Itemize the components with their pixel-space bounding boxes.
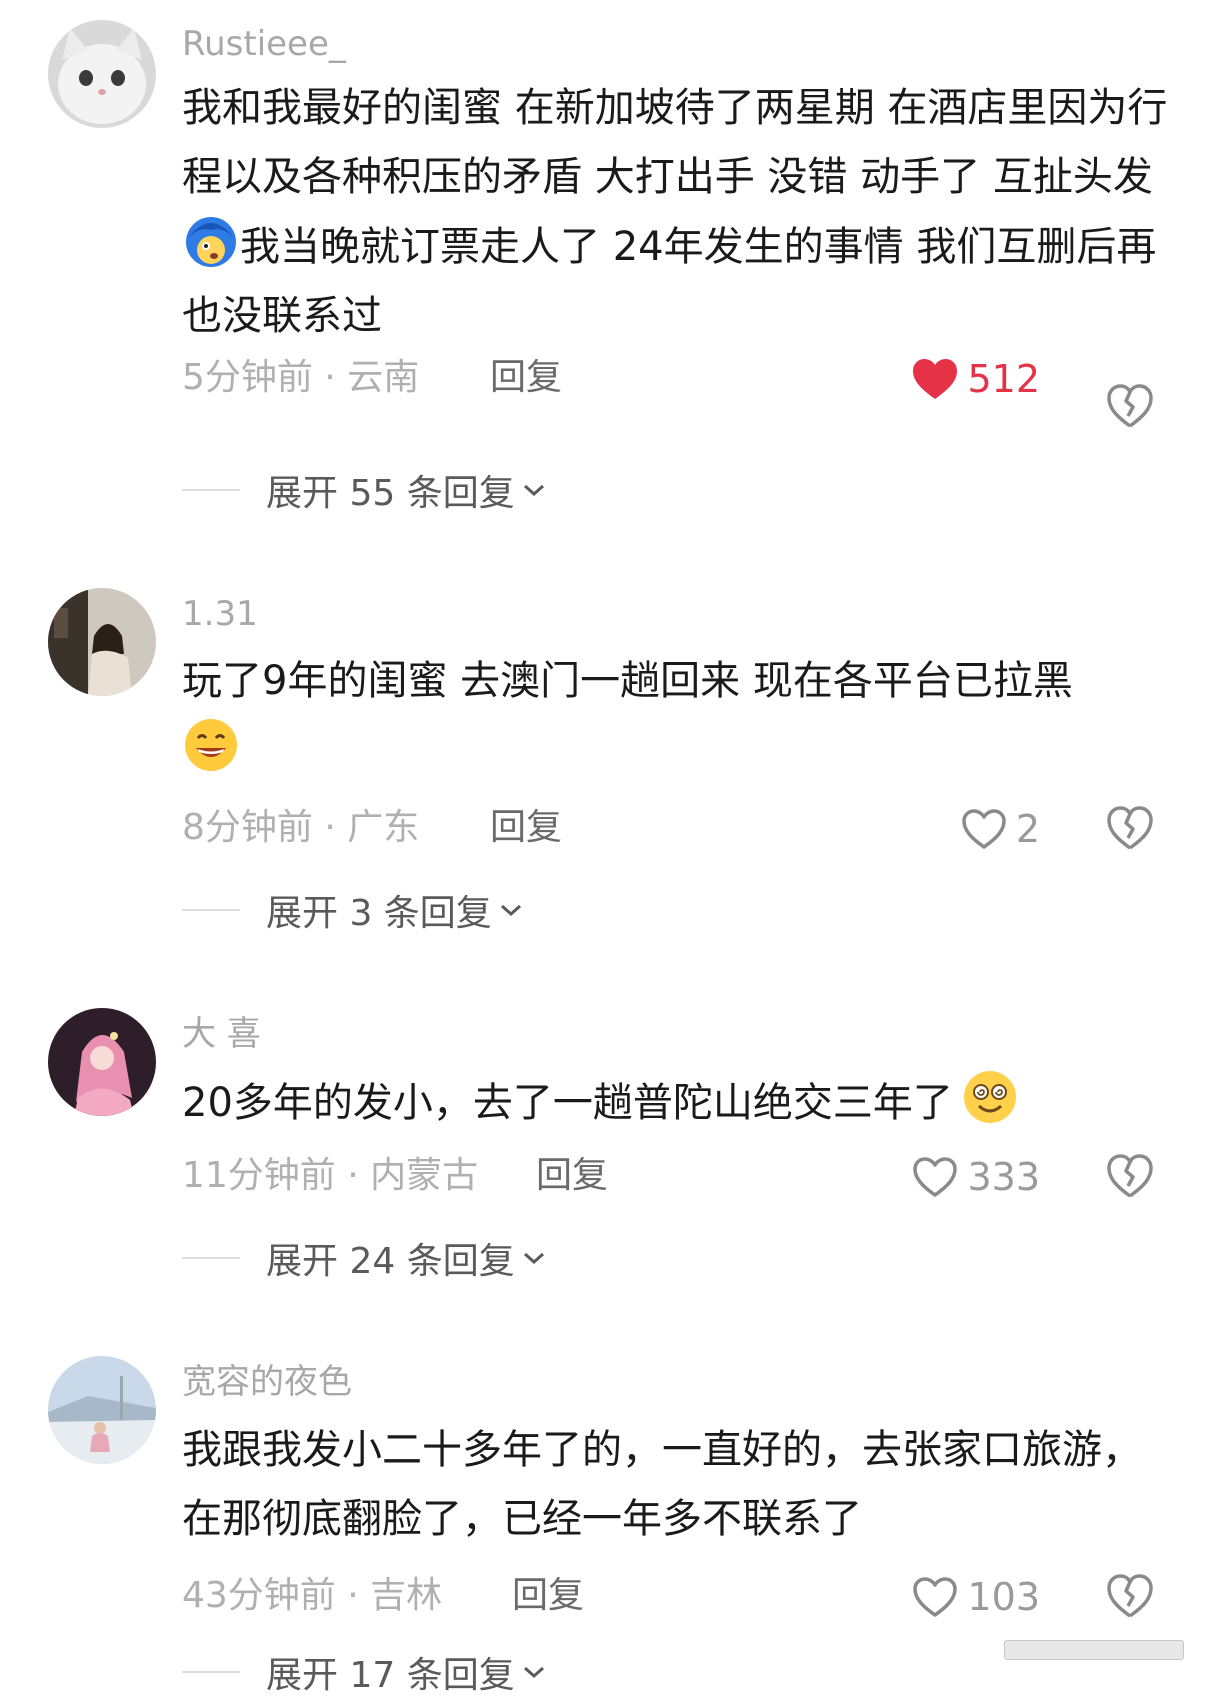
comment-time-location: 43分钟前 · 吉林 (182, 1575, 443, 1616)
broken-heart-icon (1107, 1154, 1153, 1198)
comment-text-part1: 我跟我发小二十多年了的，一直好的，去张家口旅游，在那彻底翻脸了，已经一年多不联系… (182, 1427, 1142, 1542)
chevron-down-icon (523, 1252, 544, 1265)
divider-line (182, 1671, 240, 1673)
username[interactable]: 1.31 (182, 594, 258, 634)
like-count: 103 (967, 1575, 1040, 1619)
horizontal-scrollbar[interactable] (1004, 1640, 1184, 1660)
username[interactable]: Rustieee_ (182, 24, 346, 64)
comment-text-part1: 20多年的发小，去了一趟普陀山绝交三年了 (182, 1080, 953, 1126)
reply-button[interactable]: 回复 (490, 356, 562, 400)
like-button[interactable]: 2 (900, 804, 1040, 854)
heart-filled-icon (913, 359, 958, 399)
comment-time-location: 11分钟前 · 内蒙古 (182, 1155, 479, 1196)
expand-replies-label: 展开 3 条回复 (266, 893, 492, 934)
expand-replies-button[interactable]: 展开 3 条回复 (182, 886, 524, 934)
chevron-down-icon (523, 1666, 544, 1679)
reply-button[interactable]: 回复 (536, 1154, 608, 1198)
heart-outline-icon (913, 1577, 958, 1617)
comment-text: 我跟我发小二十多年了的，一直好的，去张家口旅游，在那彻底翻脸了，已经一年多不联系… (182, 1416, 1172, 1554)
avatar[interactable] (48, 1356, 156, 1464)
like-count: 512 (967, 357, 1040, 401)
broken-heart-icon (1107, 806, 1153, 850)
dislike-button[interactable] (1106, 382, 1154, 430)
comment-text: 玩了9年的闺蜜 去澳门一趟回来 现在各平台已拉黑 (182, 647, 1172, 786)
dizzy-emoji-icon (961, 1068, 1019, 1126)
divider-line (182, 909, 240, 911)
comment-time-location: 5分钟前 · 云南 (182, 357, 420, 398)
shocked-emoji-icon (182, 212, 240, 270)
expand-replies-label: 展开 17 条回复 (266, 1655, 515, 1696)
chevron-down-icon (523, 484, 544, 497)
divider-line (182, 489, 240, 491)
like-button[interactable]: 103 (880, 1572, 1040, 1622)
comment-text-part1: 我和我最好的闺蜜 在新加坡待了两星期 在酒店里因为行程以及各种积压的矛盾 大打出… (182, 85, 1168, 200)
avatar[interactable] (48, 20, 156, 128)
username[interactable]: 大 喜 (182, 1014, 261, 1054)
like-button[interactable]: 333 (880, 1152, 1040, 1202)
avatar[interactable] (48, 588, 156, 696)
dislike-button[interactable] (1106, 804, 1154, 852)
expand-replies-button[interactable]: 展开 24 条回复 (182, 1234, 547, 1282)
reply-button[interactable]: 回复 (512, 1574, 584, 1618)
expand-replies-button[interactable]: 展开 17 条回复 (182, 1648, 547, 1696)
broken-heart-icon (1107, 384, 1153, 428)
broken-heart-icon (1107, 1574, 1153, 1618)
like-button[interactable]: 512 (900, 354, 1040, 404)
username[interactable]: 宽容的夜色 (182, 1362, 352, 1402)
dislike-button[interactable] (1106, 1572, 1154, 1620)
comment-text-part1: 玩了9年的闺蜜 去澳门一趟回来 现在各平台已拉黑 (182, 658, 1073, 704)
divider-line (182, 1257, 240, 1259)
comment-time-location: 8分钟前 · 广东 (182, 807, 420, 848)
avatar[interactable] (48, 1008, 156, 1116)
expand-replies-label: 展开 55 条回复 (266, 473, 515, 514)
like-count: 333 (967, 1155, 1040, 1199)
heart-outline-icon (962, 809, 1006, 849)
comment-text: 我和我最好的闺蜜 在新加坡待了两星期 在酒店里因为行程以及各种积压的矛盾 大打出… (182, 74, 1172, 351)
heart-outline-icon (913, 1157, 958, 1197)
dislike-button[interactable] (1106, 1152, 1154, 1200)
expand-replies-label: 展开 24 条回复 (266, 1241, 515, 1282)
chevron-down-icon (500, 904, 521, 917)
expand-replies-button[interactable]: 展开 55 条回复 (182, 466, 547, 514)
comment-text-part2: 我当晚就订票走人了 24年发生的事情 我们互删后再也没联系过 (182, 224, 1157, 339)
like-count: 2 (1015, 807, 1040, 851)
grinning-emoji-icon (182, 716, 240, 774)
reply-button[interactable]: 回复 (490, 806, 562, 850)
comment-text: 20多年的发小，去了一趟普陀山绝交三年了 (182, 1068, 1172, 1138)
